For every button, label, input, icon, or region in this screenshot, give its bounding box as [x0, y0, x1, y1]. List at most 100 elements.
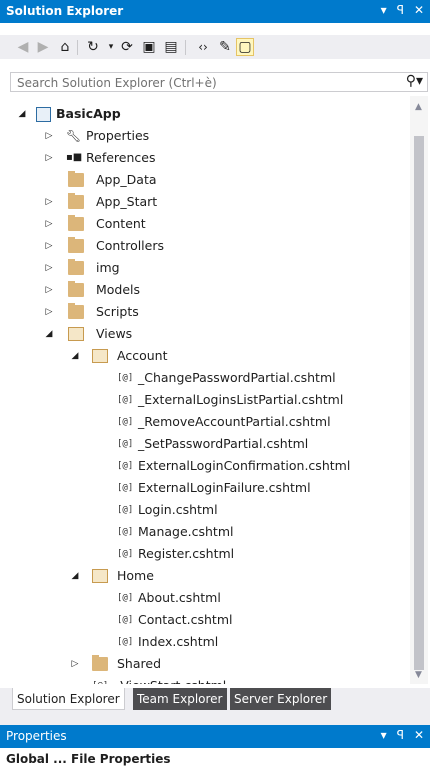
tree-label: Index.cshtml [138, 634, 219, 649]
tree-item-home[interactable]: ◢ Home [10, 565, 410, 587]
window-title: Solution Explorer [6, 4, 124, 18]
tab-team-explorer[interactable]: Team Explorer [133, 688, 227, 710]
wrench-icon: 🔧︎ [66, 129, 82, 143]
tab-server-explorer[interactable]: Server Explorer [230, 688, 332, 710]
tree-item-file[interactable]: [@] About.cshtml [10, 587, 410, 609]
tree-item-references[interactable]: ▷ ▪■ References [10, 147, 410, 169]
tree-label: Contact.cshtml [138, 612, 233, 627]
pin-icon[interactable]: ꟼ [397, 728, 404, 742]
properties-body: Global ... File Properties [0, 748, 430, 767]
expand-arrow-icon[interactable]: ▷ [69, 653, 81, 675]
tree-item-models[interactable]: ▷ Models [10, 279, 410, 301]
tab-solution-explorer[interactable]: Solution Explorer [12, 688, 125, 710]
tree-label: App_Start [96, 194, 158, 209]
tree-item-app-data[interactable]: App_Data [10, 169, 410, 191]
tree-label: Scripts [96, 304, 139, 319]
tree-label: img [96, 260, 120, 275]
cshtml-file-icon: [@] [117, 417, 134, 427]
expand-arrow-icon[interactable]: ▷ [43, 213, 55, 235]
tree-label: Login.cshtml [138, 502, 218, 517]
toolbar-separator [77, 40, 78, 55]
tree-item-app-start[interactable]: ▷ App_Start [10, 191, 410, 213]
collapse-arrow-icon[interactable]: ◢ [69, 345, 81, 367]
expand-arrow-icon[interactable]: ▷ [43, 235, 55, 257]
references-icon: ▪■ [66, 152, 83, 163]
folder-icon [68, 259, 84, 275]
tree-item-file[interactable]: [@] Manage.cshtml [10, 521, 410, 543]
tree-label: _ExternalLoginsListPartial.cshtml [138, 392, 344, 407]
tree-item-file[interactable]: [@] ExternalLoginFailure.cshtml [10, 477, 410, 499]
folder-open-icon [92, 349, 108, 363]
properties-buttons: ▾ ꟼ ✕ [381, 728, 424, 742]
tree-item-file[interactable]: [@] _RemoveAccountPartial.cshtml [10, 411, 410, 433]
search-input[interactable]: Search Solution Explorer (Ctrl+è) ⚲▾ [10, 72, 428, 92]
tree-item-file[interactable]: [@] Index.cshtml [10, 631, 410, 653]
dropdown-icon[interactable]: ▾ [381, 3, 387, 17]
expand-arrow-icon[interactable]: ▷ [43, 191, 55, 213]
history-icon[interactable]: ↻ [84, 38, 102, 56]
search-icon[interactable]: ⚲▾ [406, 73, 423, 89]
collapse-arrow-icon[interactable]: ◢ [43, 323, 55, 345]
expand-arrow-icon[interactable]: ▷ [43, 125, 55, 147]
collapse-all-icon[interactable]: ▣ [140, 38, 158, 56]
tree-item-file[interactable]: [@] _ViewStart.cshtml [10, 675, 410, 684]
preview-icon[interactable]: ▢ [236, 38, 254, 56]
cshtml-file-icon: [@] [117, 461, 134, 471]
back-icon[interactable]: ◀ [14, 38, 32, 56]
view-code-icon[interactable]: ‹› [194, 38, 212, 56]
expand-arrow-icon[interactable]: ▷ [43, 147, 55, 169]
tree-item-file[interactable]: [@] Register.cshtml [10, 543, 410, 565]
solution-explorer-titlebar: Solution Explorer ▾ ꟼ ✕ [0, 0, 430, 23]
tree-item-properties[interactable]: ▷ 🔧︎ Properties [10, 125, 410, 147]
properties-icon[interactable]: ✎ [216, 38, 234, 56]
collapse-arrow-icon[interactable]: ◢ [16, 103, 28, 125]
cshtml-file-icon: [@] [117, 593, 134, 603]
toolbar-separator [185, 40, 186, 55]
tree-label: Home [117, 568, 154, 583]
vertical-scrollbar[interactable]: ▲ ▼ [410, 96, 428, 684]
dropdown-icon[interactable]: ▾ [381, 728, 387, 742]
tree-label: _RemoveAccountPartial.cshtml [138, 414, 331, 429]
sync-icon[interactable]: ⟳ [118, 38, 136, 56]
scrollbar-thumb[interactable] [414, 136, 424, 670]
tree-label: Register.cshtml [138, 546, 235, 561]
close-icon[interactable]: ✕ [414, 3, 424, 17]
collapse-arrow-icon[interactable]: ◢ [69, 565, 81, 587]
folder-open-icon [92, 569, 108, 583]
tree-item-basicapp[interactable]: ◢ BasicApp [10, 103, 410, 125]
home-icon[interactable]: ⌂ [56, 38, 74, 56]
tree-label: _ChangePasswordPartial.cshtml [138, 370, 336, 385]
tree-item-file[interactable]: [@] ExternalLoginConfirmation.cshtml [10, 455, 410, 477]
close-icon[interactable]: ✕ [414, 728, 424, 742]
forward-icon[interactable]: ▶ [34, 38, 52, 56]
tree-label: References [86, 150, 156, 165]
tree-item-file[interactable]: [@] _SetPasswordPartial.cshtml [10, 433, 410, 455]
cshtml-file-icon: [@] [117, 395, 134, 405]
tree-label: Content [96, 216, 146, 231]
expand-arrow-icon[interactable]: ▷ [43, 279, 55, 301]
tree-item-shared[interactable]: ▷ Shared [10, 653, 410, 675]
pin-icon[interactable]: ꟼ [397, 3, 404, 17]
tree-item-img[interactable]: ▷ img [10, 257, 410, 279]
cshtml-file-icon: [@] [117, 439, 134, 449]
tree-item-content[interactable]: ▷ Content [10, 213, 410, 235]
tree-item-account[interactable]: ◢ Account [10, 345, 410, 367]
tree-item-scripts[interactable]: ▷ Scripts [10, 301, 410, 323]
cshtml-file-icon: [@] [117, 637, 134, 647]
expand-arrow-icon[interactable]: ▷ [43, 301, 55, 323]
window-buttons: ▾ ꟼ ✕ [381, 3, 424, 17]
tree-label: ExternalLoginFailure.cshtml [138, 480, 311, 495]
tree-item-file[interactable]: [@] Login.cshtml [10, 499, 410, 521]
folder-icon [68, 303, 84, 319]
show-all-files-icon[interactable]: ▤ [162, 38, 180, 56]
tree-item-views[interactable]: ◢ Views [10, 323, 410, 345]
properties-object-label: Global ... File Properties [6, 752, 171, 766]
scroll-up-icon[interactable]: ▲ [415, 102, 422, 112]
tree-item-controllers[interactable]: ▷ Controllers [10, 235, 410, 257]
tree-item-file[interactable]: [@] Contact.cshtml [10, 609, 410, 631]
toolbar: ◀ ▶ ⌂ ↻ ▾ ⟳ ▣ ▤ ‹› ✎ ▢ [0, 35, 430, 59]
tree-item-file[interactable]: [@] _ExternalLoginsListPartial.cshtml [10, 389, 410, 411]
expand-arrow-icon[interactable]: ▷ [43, 257, 55, 279]
scroll-down-icon[interactable]: ▼ [415, 670, 422, 680]
tree-item-file[interactable]: [@] _ChangePasswordPartial.cshtml [10, 367, 410, 389]
